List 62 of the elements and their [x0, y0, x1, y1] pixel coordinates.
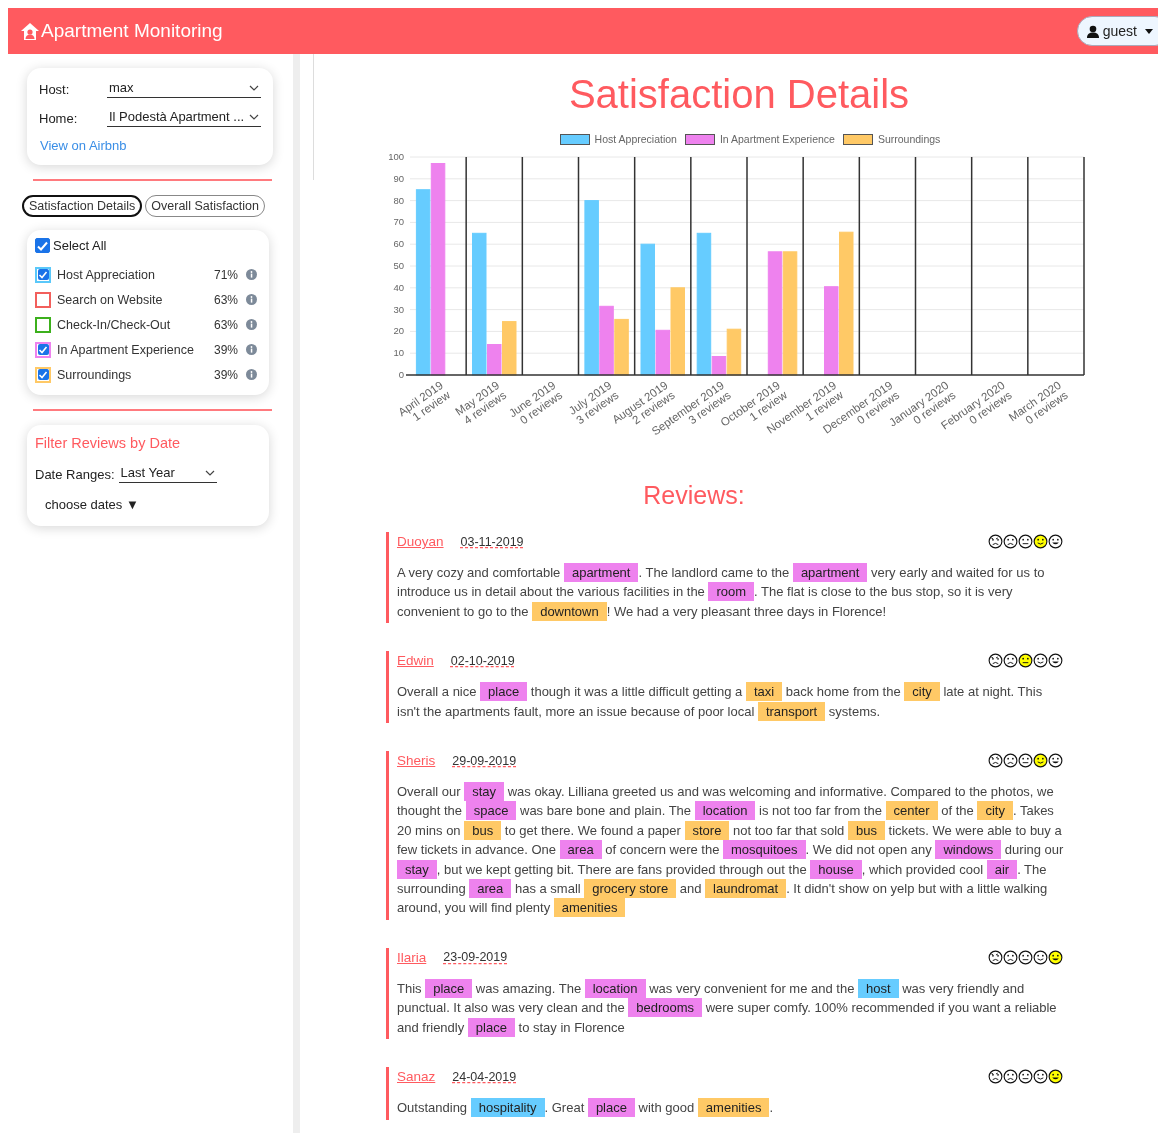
field-label: Home: — [39, 110, 79, 126]
review-date: 24-04-2019 — [452, 1069, 517, 1084]
info-icon — [246, 319, 257, 330]
category-label: Surroundings — [57, 367, 133, 382]
percentage: 39% — [213, 367, 238, 382]
review-date: 23-09-2019 — [443, 950, 508, 965]
category-checkbox[interactable] — [35, 266, 51, 283]
page-title: Satisfaction Details — [567, 72, 911, 117]
review-text: Overall a nice place though it was a little difficult getting a taxi back home from the city late at night. This isn't the apartments fault, more an issue because of poor local transport systems. — [397, 682, 1044, 722]
field-label: Host: — [39, 81, 71, 97]
category-label: Search on Website — [57, 292, 164, 307]
info-icon — [246, 344, 257, 355]
airbnb-link[interactable]: View on Airbnb — [40, 138, 261, 153]
legend-label: Host Appreciation — [594, 133, 677, 145]
check-icon — [38, 345, 48, 354]
review-date: 03-11-2019 — [460, 534, 524, 549]
y-axis: 0 10 20 30 40 50 60 70 80 90 100 — [388, 151, 404, 380]
field-label: Date Ranges: — [35, 466, 115, 482]
category-checkbox[interactable] — [35, 291, 51, 308]
percentage: 63% — [213, 292, 238, 307]
percentage: 63% — [213, 317, 238, 332]
section-title: Reviews: — [642, 481, 746, 510]
check-icon — [38, 370, 48, 379]
choose-dates-toggle[interactable]: choose dates ▼ — [45, 497, 257, 512]
category-checkbox[interactable] — [35, 366, 51, 383]
legend-label: In Apartment Experience — [719, 133, 835, 145]
dropdown[interactable]: max — [107, 80, 261, 98]
view-toggle-button[interactable]: Overall Satisfaction — [145, 195, 265, 217]
category-label: In Apartment Experience — [57, 342, 195, 357]
section-title: Filter Reviews by Date — [35, 435, 182, 451]
user-icon — [1086, 24, 1099, 38]
chevron-icon — [204, 469, 215, 476]
review-text: This place was amazing. The location was very convenient for me and the host was very friendly and punctual. It also was very clean and the bedrooms were super comfy. 100% recommended if you want a reliable and friendly place to stay in Florence — [397, 978, 1058, 1038]
chevron-icon — [249, 84, 259, 91]
percentage: 39% — [213, 342, 238, 357]
dropdown[interactable]: Il Podestà Apartment ... — [107, 109, 261, 127]
checkbox[interactable] — [35, 238, 50, 253]
info-icon — [246, 369, 257, 380]
dropdown[interactable]: Last Year — [118, 465, 217, 483]
review-text: A very cozy and comfortable apartment . The landlord came to the apartment very early and waited for us to introduce us in detail about the various facilities in the room . The flat is close to the bus stop, so it is very convenient to go to the downtown ! We had a very pleasant three days in Florence! — [397, 563, 1046, 622]
view-toggle-button[interactable]: Satisfaction Details — [22, 195, 143, 217]
caret-icon — [1145, 28, 1153, 34]
home-icon — [20, 21, 40, 41]
user-menu-button[interactable]: guest — [1076, 16, 1158, 46]
category-checkbox[interactable] — [35, 316, 51, 333]
category-label: Check-In/Check-Out — [57, 317, 172, 332]
review-text: Overall our stay was okay. Lilliana greeted us and was welcoming and informative. Compared to the photos, we thought the space was bare bone and plain. The location is not too far from the center of the city . Takes 20 mins on bus to get there. We found a paper store not too far that sold bus tickets. We were able to buy a few tickets in advance. One area of concern were the mosquitoes . We did not open any windows during our stay , but we kept getting bit. There are fans provided through out the house , which provided cool air . The surrounding area has a small grocery store and laundromat . It didn't show on yelp but with a little walking around, you will find plenty amenities — [397, 782, 1065, 918]
app-title: Apartment Monitoring — [41, 20, 223, 42]
info-icon — [246, 294, 257, 305]
check-icon — [36, 239, 49, 252]
check-icon — [38, 270, 48, 279]
select-all-label: Select All — [53, 238, 107, 253]
legend-label: Surroundings — [877, 133, 941, 145]
review-text: Outstanding hospitality . Great place with good amenities . — [397, 1098, 775, 1118]
category-label: Host Appreciation — [57, 267, 156, 282]
category-checkbox[interactable] — [35, 341, 51, 358]
review-date: 29-09-2019 — [452, 753, 517, 768]
bar — [614, 318, 629, 376]
chevron-icon — [249, 113, 259, 120]
review-date: 02-10-2019 — [450, 653, 515, 668]
info-icon — [246, 269, 257, 280]
percentage: 71% — [213, 267, 238, 282]
